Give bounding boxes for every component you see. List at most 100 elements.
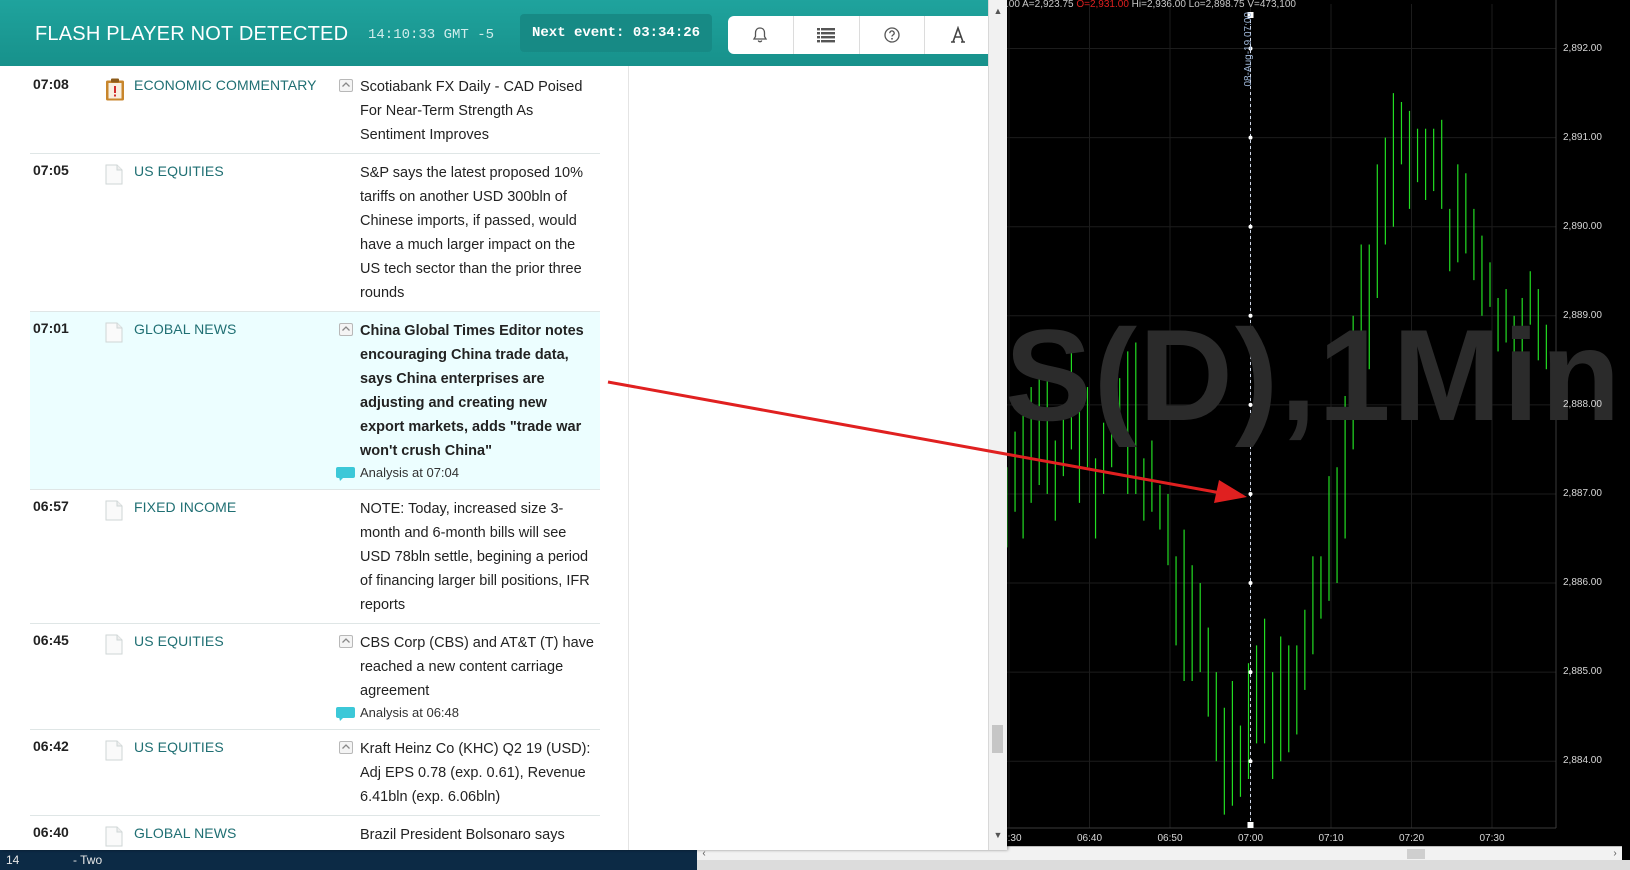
news-item[interactable]: 06:45 US EQUITIES CBS Corp (CBS) and AT&T … [30, 624, 600, 730]
y-tick-label: 2,887.00 [1563, 487, 1602, 499]
news-item[interactable]: 07:01 GLOBAL NEWS China Global Times Edito… [30, 312, 600, 490]
document-icon [105, 740, 123, 766]
news-time: 06:45 [33, 632, 69, 648]
status-open: O=2,931.00 [1076, 0, 1129, 10]
help-icon[interactable] [860, 16, 926, 54]
y-tick-label: 2,888.00 [1563, 398, 1602, 410]
news-item[interactable]: 07:08 ECONOMIC COMMENTARY Scotiabank FX Da… [30, 68, 600, 154]
news-vertical-scrollbar[interactable]: ▲ ▼ [988, 0, 1007, 850]
document-icon [105, 164, 123, 190]
news-window[interactable]: FLASH PLAYER NOT DETECTED 14:10:33 GMT -… [0, 0, 1007, 850]
collapse-icon[interactable] [339, 79, 353, 97]
scroll-down-icon[interactable]: ▼ [989, 828, 1007, 842]
news-category-link[interactable]: ECONOMIC COMMENTARY [134, 77, 317, 93]
y-tick-label: 2,891.00 [1563, 131, 1602, 143]
news-category-link[interactable]: US EQUITIES [134, 633, 224, 649]
news-headline[interactable]: NOTE: Today, increased size 3-month and … [360, 497, 594, 617]
news-category-link[interactable]: GLOBAL NEWS [134, 825, 237, 841]
cursor-date-label: 08-Aug-19 07:00 [1243, 12, 1254, 87]
crosshair-marker [1248, 224, 1253, 229]
collapse-icon[interactable] [339, 323, 353, 341]
crosshair-marker [1248, 759, 1253, 764]
news-headline[interactable]: Scotiabank FX Daily - CAD Poised For Nea… [360, 75, 594, 147]
x-tick-label: 07:10 [1318, 833, 1344, 844]
collapse-icon[interactable] [339, 635, 353, 653]
bell-icon[interactable] [728, 16, 794, 54]
news-body: CBS Corp (CBS) and AT&T (T) have reached… [336, 624, 600, 729]
news-body: NOTE: Today, increased size 3-month and … [360, 490, 600, 623]
y-tick-label: 2,889.00 [1563, 309, 1602, 321]
chart-status-bar: .00 A=2,923.75 O=2,931.00 Hi=2,936.00 Lo… [1006, 0, 1556, 10]
news-body: S&P says the latest proposed 10% tariffs… [360, 154, 600, 311]
news-header: FLASH PLAYER NOT DETECTED 14:10:33 GMT -… [0, 0, 990, 66]
flash-warning-title: FLASH PLAYER NOT DETECTED [35, 23, 349, 45]
news-time: 06:42 [33, 738, 69, 754]
scroll-up-icon[interactable]: ▲ [989, 4, 1007, 18]
document-icon [105, 500, 123, 526]
news-time: 06:57 [33, 498, 69, 514]
scroll-thumb[interactable] [992, 725, 1003, 753]
analysis-label: Analysis at 06:48 [360, 705, 460, 720]
news-item[interactable]: 06:40 GLOBAL NEWS Brazil President Bolsona… [30, 816, 600, 850]
taskbar-right-text: - Two [73, 853, 103, 867]
news-headline[interactable]: CBS Corp (CBS) and AT&T (T) have reached… [360, 631, 594, 703]
news-body: Kraft Heinz Co (KHC) Q2 19 (USD): Adj EP… [360, 730, 600, 815]
next-event-countdown[interactable]: Next event: 03:34:26 [520, 14, 713, 52]
document-icon [105, 322, 123, 348]
news-category-link[interactable]: US EQUITIES [134, 163, 224, 179]
analysis-link[interactable]: Analysis at 06:48 [336, 703, 594, 723]
taskbar: 14 - Two [0, 850, 697, 870]
crosshair-marker [1248, 491, 1253, 496]
x-tick-label: 07:00 [1237, 833, 1264, 844]
news-time: 06:40 [33, 824, 69, 840]
news-item[interactable]: 06:42 US EQUITIES Kraft Heinz Co (KHC) Q2 … [30, 730, 600, 816]
news-item[interactable]: 06:57 FIXED INCOME NOTE: Today, increased … [30, 490, 600, 624]
document-icon [105, 634, 123, 660]
header-toolbar [728, 16, 990, 54]
scroll-right-icon[interactable]: › [1608, 847, 1622, 861]
list-icon[interactable] [794, 16, 860, 54]
clock: 14:10:33 GMT -5 [368, 27, 495, 43]
news-headline[interactable]: Brazil President Bolsonaro says [360, 823, 594, 847]
scroll-thumb[interactable] [1407, 849, 1425, 859]
news-headline[interactable]: China Global Times Editor notes encourag… [360, 319, 594, 463]
news-body: Brazil President Bolsonaro says [360, 816, 600, 850]
x-tick-label: 06:50 [1157, 833, 1183, 844]
crosshair-marker [1248, 581, 1253, 586]
y-tick-label: 2,890.00 [1563, 220, 1602, 232]
news-category-link[interactable]: FIXED INCOME [134, 499, 236, 515]
news-time: 07:01 [33, 320, 69, 336]
x-tick-label: 06:40 [1076, 833, 1103, 844]
comment-bubble-icon [336, 707, 355, 727]
news-body: Scotiabank FX Daily - CAD Poised For Nea… [360, 68, 600, 153]
x-tick-label: 07:20 [1398, 833, 1425, 844]
crosshair-handle [1247, 822, 1254, 828]
font-icon[interactable] [925, 16, 990, 54]
news-time: 07:05 [33, 162, 69, 178]
clipboard-icon [105, 78, 125, 106]
news-headline[interactable]: Kraft Heinz Co (KHC) Q2 19 (USD): Adj EP… [360, 737, 594, 809]
news-category-link[interactable]: GLOBAL NEWS [134, 321, 237, 337]
status-rest: Hi=2,936.00 Lo=2,898.75 V=473,100 [1128, 0, 1296, 10]
crosshair-marker [1248, 135, 1253, 140]
y-tick-label: 2,886.00 [1563, 577, 1602, 589]
news-category-link[interactable]: US EQUITIES [134, 739, 224, 755]
news-feed[interactable]: 07:08 ECONOMIC COMMENTARY Scotiabank FX Da… [30, 68, 600, 850]
chart-tab-strip[interactable] [697, 860, 1630, 870]
y-tick-label: 2,892.00 [1563, 42, 1602, 54]
news-detail-pane [628, 66, 989, 850]
chart-watermark: S(D),1Min [1005, 302, 1623, 448]
y-tick-label: 2,884.00 [1563, 755, 1602, 767]
news-time: 07:08 [33, 76, 69, 92]
taskbar-left-text: 14 [6, 853, 20, 867]
comment-bubble-icon [336, 467, 355, 487]
crosshair-marker [1248, 670, 1253, 675]
news-headline[interactable]: S&P says the latest proposed 10% tariffs… [360, 161, 594, 305]
analysis-link[interactable]: Analysis at 07:04 [336, 463, 594, 483]
document-icon [105, 826, 123, 850]
x-tick-label: 07:30 [1479, 833, 1505, 844]
news-item[interactable]: 07:05 US EQUITIES S&P says the latest prop… [30, 154, 600, 312]
y-tick-label: 2,885.00 [1563, 666, 1602, 678]
collapse-icon[interactable] [339, 741, 353, 759]
analysis-label: Analysis at 07:04 [360, 465, 460, 480]
